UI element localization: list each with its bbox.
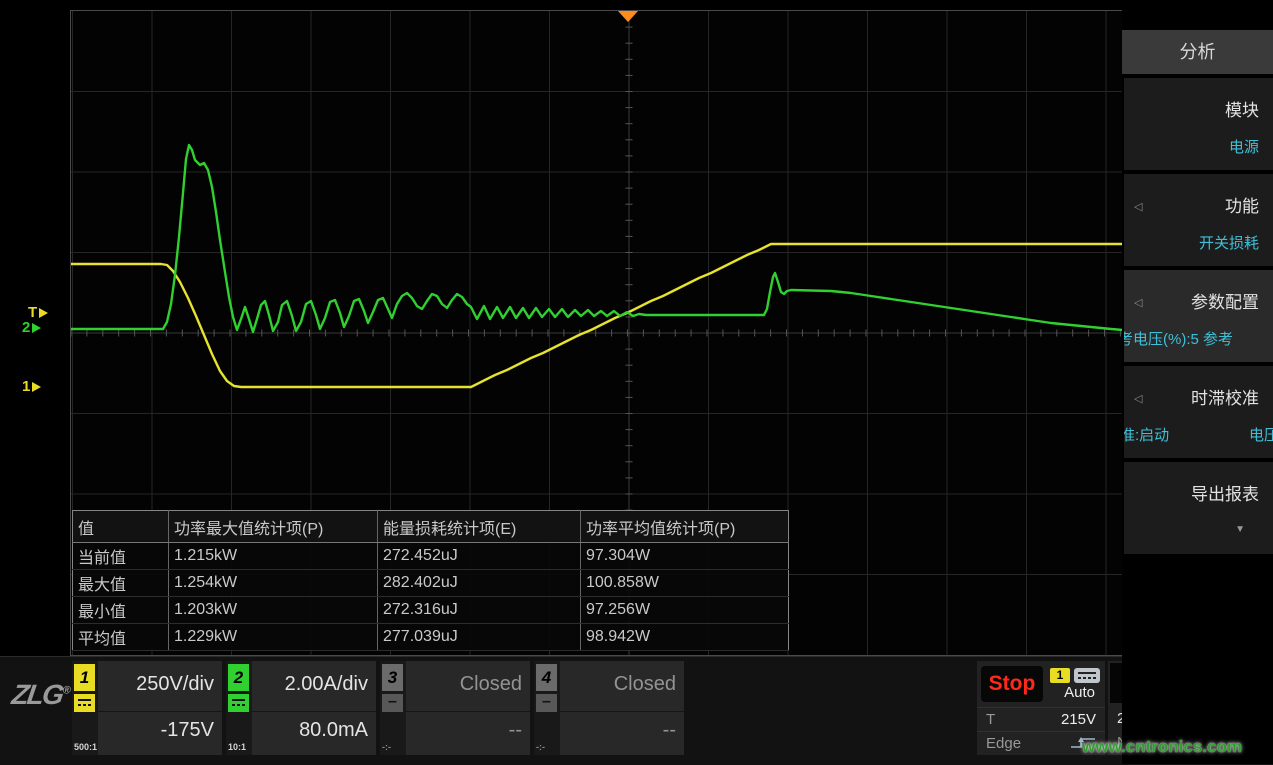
analysis-menu-sidebar: 分析 模块 电源 ◁ 功能 开关损耗 ◁ 参数配置 考电压(%):5 参考 ◁ … (1122, 0, 1273, 764)
col-header-power-max: 功率最大值统计项(P) (169, 511, 378, 543)
cell-power-max: 1.215kW (169, 543, 378, 570)
menu-item-function[interactable]: ◁ 功能 开关损耗 (1124, 174, 1273, 266)
row-label: 最小值 (73, 597, 169, 624)
trigger-level-row-label: T (986, 711, 995, 728)
channel-3-probe-ratio: -:- (382, 742, 391, 752)
channel-4-probe-ratio: -:- (536, 742, 545, 752)
acquisition-status-badge: Stop (981, 666, 1043, 702)
cell-power-avg: 100.858W (581, 570, 789, 597)
channel-2-number-badge: 2 (228, 664, 249, 691)
cell-power-max: 1.254kW (169, 570, 378, 597)
col-header-energy: 能量损耗统计项(E) (378, 511, 581, 543)
row-label: 当前值 (73, 543, 169, 570)
trace-ch1-voltage (71, 244, 1123, 387)
divider (98, 711, 222, 712)
divider (252, 711, 376, 712)
channel-2-panel[interactable]: 2 10:1 2.00A/div 80.0mA (226, 661, 376, 755)
row-label: 平均值 (73, 624, 169, 651)
channel-4-status: Closed (614, 673, 676, 696)
cell-power-max: 1.203kW (169, 597, 378, 624)
ch2-zero-arrow-icon (32, 323, 41, 333)
divider (406, 711, 530, 712)
col-header-power-avg: 功率平均值统计项(P) (581, 511, 789, 543)
cell-power-avg: 97.304W (581, 543, 789, 570)
menu-item-deskew-calibration-title: 时滞校准 (1191, 384, 1259, 409)
col-header-value: 值 (73, 511, 169, 543)
trigger-level-value: 215V (1061, 711, 1096, 728)
channel-1-panel[interactable]: 1 500:1 250V/div -175V (72, 661, 222, 755)
menu-item-parameter-config-value: 考电压(%):5 参考 (1124, 328, 1273, 349)
channel-3-coupling-icon: – (382, 694, 403, 712)
trigger-level-arrow-icon (39, 308, 48, 318)
trigger-position-marker[interactable] (618, 11, 638, 22)
channel-2-probe-ratio: 10:1 (228, 742, 246, 752)
cell-energy: 272.316uJ (378, 597, 581, 624)
menu-item-module-value: 电源 (1229, 136, 1259, 157)
chevron-down-icon[interactable]: ▼ (1235, 524, 1245, 535)
menu-item-deskew-value-left: 准:启动 (1124, 424, 1169, 445)
divider (560, 711, 684, 712)
channel-1-scale: 250V/div (136, 673, 214, 696)
menu-item-parameter-config-title: 参数配置 (1191, 288, 1259, 313)
menu-item-module[interactable]: 模块 电源 (1124, 78, 1273, 170)
channel-4-offset: -- (663, 719, 676, 742)
table-row: 当前值 1.215kW 272.452uJ 97.304W (73, 543, 789, 570)
menu-item-function-title: 功能 (1225, 192, 1259, 217)
channel-4-panel[interactable]: 4 – -:- Closed -- (534, 661, 684, 755)
ch1-zero-label: 1 (22, 378, 30, 395)
channel-1-number-badge: 1 (74, 664, 95, 691)
channel-3-offset: -- (509, 719, 522, 742)
measurement-table: 值 功率最大值统计项(P) 能量损耗统计项(E) 功率平均值统计项(P) 当前值… (72, 510, 789, 651)
table-header-row: 值 功率最大值统计项(P) 能量损耗统计项(E) 功率平均值统计项(P) (73, 511, 789, 543)
menu-item-deskew-value-right: 电压 (1249, 424, 1273, 445)
channel-4-coupling-icon: – (536, 694, 557, 712)
trigger-sweep-mode: Auto (1064, 684, 1095, 701)
channel-2-dc-coupling-icon (228, 694, 249, 712)
ch2-zero-marker[interactable]: 2 (22, 319, 41, 336)
trigger-source-badge: 1 (1050, 668, 1070, 683)
cell-power-avg: 98.942W (581, 624, 789, 651)
menu-item-module-title: 模块 (1225, 96, 1259, 121)
cell-power-max: 1.229kW (169, 624, 378, 651)
trace-ch2-current (71, 145, 1123, 332)
channel-4-number-badge: 4 (536, 664, 557, 691)
channel-3-status: Closed (460, 673, 522, 696)
channel-3-panel[interactable]: 3 – -:- Closed -- (380, 661, 530, 755)
table-row: 最小值 1.203kW 272.316uJ 97.256W (73, 597, 789, 624)
logo-text: ZLG (10, 679, 64, 710)
menu-item-export-report-title: 导出报表 (1191, 480, 1259, 505)
ch1-zero-arrow-icon (32, 382, 41, 392)
channel-1-probe-ratio: 500:1 (74, 742, 97, 752)
trigger-level-row: T 215V (977, 707, 1105, 731)
ch2-zero-label: 2 (22, 319, 30, 336)
trigger-type-label: Edge (986, 735, 1021, 752)
ch1-zero-marker[interactable]: 1 (22, 378, 41, 395)
row-label: 最大值 (73, 570, 169, 597)
expand-left-icon: ◁ (1134, 296, 1142, 309)
cell-energy: 272.452uJ (378, 543, 581, 570)
logo-reg-mark: ® (62, 685, 72, 697)
channel-3-number-badge: 3 (382, 664, 403, 691)
table-row: 最大值 1.254kW 282.402uJ 100.858W (73, 570, 789, 597)
expand-left-icon: ◁ (1134, 392, 1142, 405)
trigger-coupling-icon (1074, 668, 1100, 683)
watermark: www.cntronics.com (1082, 737, 1242, 757)
cell-energy: 282.402uJ (378, 570, 581, 597)
channel-1-dc-coupling-icon (74, 694, 95, 712)
menu-item-function-value: 开关损耗 (1199, 232, 1259, 253)
expand-left-icon: ◁ (1134, 200, 1142, 213)
menu-item-deskew-calibration[interactable]: ◁ 时滞校准 准:启动 电压 (1124, 366, 1273, 458)
table-row: 平均值 1.229kW 277.039uJ 98.942W (73, 624, 789, 651)
channel-2-scale: 2.00A/div (285, 673, 368, 696)
channel-1-offset: -175V (161, 719, 214, 742)
menu-item-export-report[interactable]: 导出报表 ▼ (1124, 462, 1273, 554)
cell-energy: 277.039uJ (378, 624, 581, 651)
menu-item-parameter-config[interactable]: ◁ 参数配置 考电压(%):5 参考 (1124, 270, 1273, 362)
zlg-logo: ZLG® (10, 679, 73, 711)
channel-2-offset: 80.0mA (299, 719, 368, 742)
cell-power-avg: 97.256W (581, 597, 789, 624)
menu-title[interactable]: 分析 (1122, 30, 1273, 74)
